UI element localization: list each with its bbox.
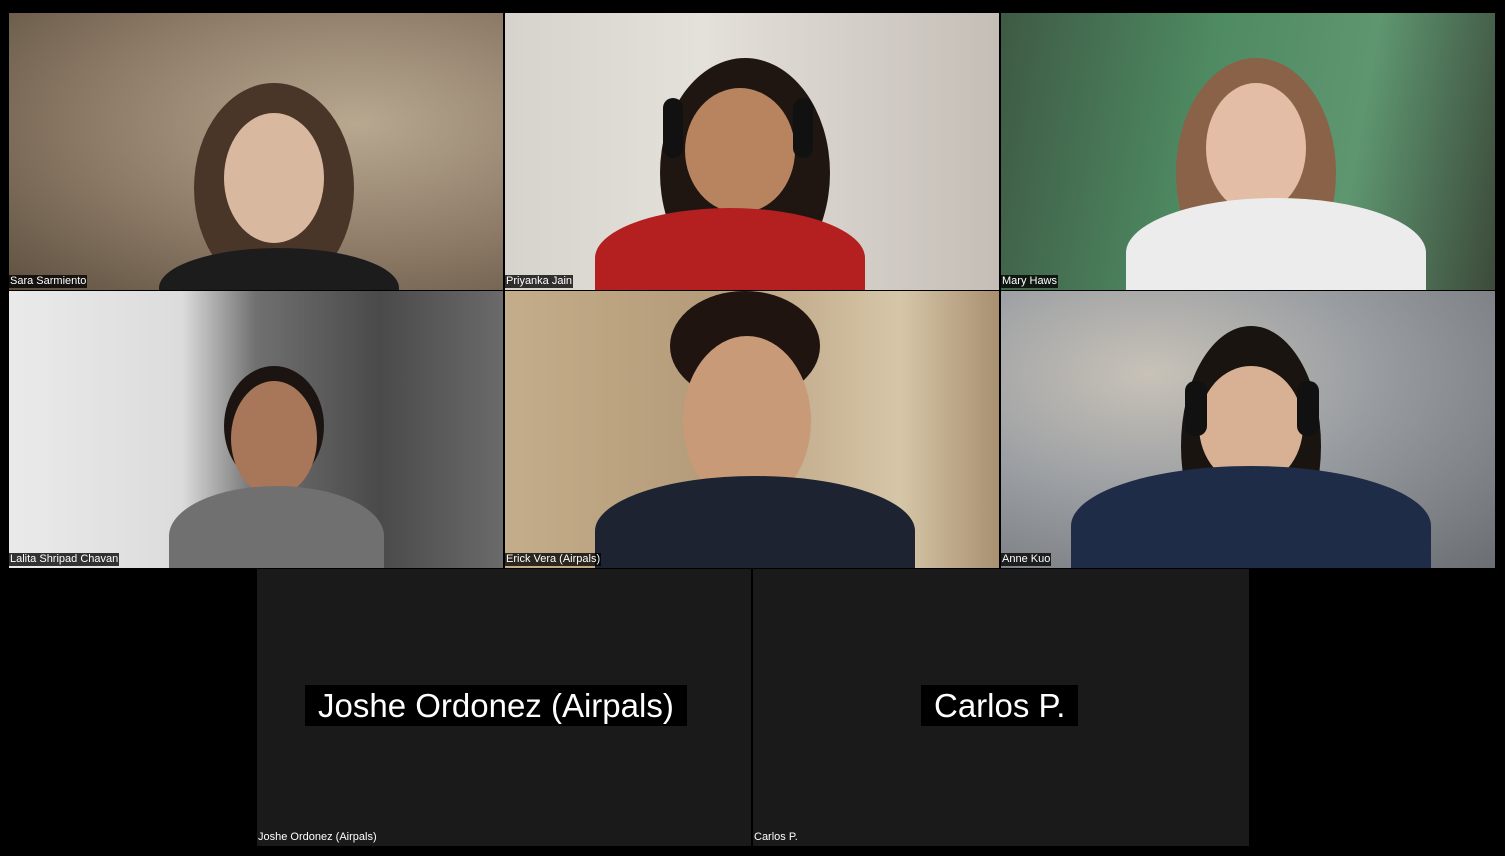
video-tile-anne-kuo[interactable]: Anne Kuo xyxy=(1001,291,1495,568)
participant-name-label: Erick Vera (Airpals) xyxy=(505,553,602,566)
video-tile-sara-sarmiento[interactable]: Sara Sarmiento xyxy=(9,13,503,290)
video-tile-priyanka-jain[interactable]: Priyanka Jain xyxy=(505,13,999,290)
headphones-icon xyxy=(793,98,813,158)
video-tile-erick-vera[interactable]: Erick Vera (Airpals) xyxy=(505,291,999,568)
participant-face xyxy=(224,113,324,243)
audio-tile-joshe-ordonez[interactable]: Joshe Ordonez (Airpals) Joshe Ordonez (A… xyxy=(257,569,751,846)
participant-name-label: Carlos P. xyxy=(754,831,798,843)
video-tile-lalita-shripad-chavan[interactable]: Lalita Shripad Chavan xyxy=(9,291,503,568)
headphones-icon xyxy=(1297,381,1319,436)
participant-name-label: Sara Sarmiento xyxy=(9,275,88,288)
audio-tile-carlos-p[interactable]: Carlos P. Carlos P. xyxy=(753,569,1249,846)
participant-name-label: Joshe Ordonez (Airpals) xyxy=(258,831,377,843)
participant-name-label: Priyanka Jain xyxy=(505,275,574,288)
participant-name-label: Anne Kuo xyxy=(1001,553,1052,566)
participant-display-name: Carlos P. xyxy=(921,685,1079,726)
participant-display-name: Joshe Ordonez (Airpals) xyxy=(305,685,687,726)
participant-name-label: Mary Haws xyxy=(1001,275,1059,288)
participant-face xyxy=(685,88,795,213)
headphones-icon xyxy=(663,98,683,158)
participant-face xyxy=(1206,83,1306,213)
participant-name-label: Lalita Shripad Chavan xyxy=(9,553,120,566)
video-tile-mary-haws[interactable]: Mary Haws xyxy=(1001,13,1495,290)
headphones-icon xyxy=(1185,381,1207,436)
participant-face xyxy=(231,381,317,496)
